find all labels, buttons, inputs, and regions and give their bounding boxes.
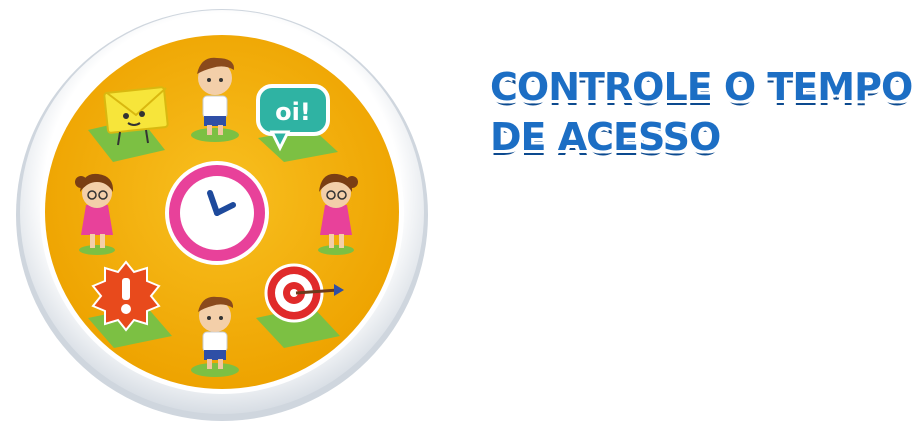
headline-line-2: DE ACESSO xyxy=(490,115,721,159)
speech-bubble-text: oi! xyxy=(275,98,311,126)
headline-line-1: CONTROLE O TEMPO xyxy=(490,65,913,109)
time-control-illustration: oi! xyxy=(16,9,428,421)
headline: CONTROLE O TEMPO DE ACESSO xyxy=(490,62,913,162)
clock-icon xyxy=(165,161,269,265)
